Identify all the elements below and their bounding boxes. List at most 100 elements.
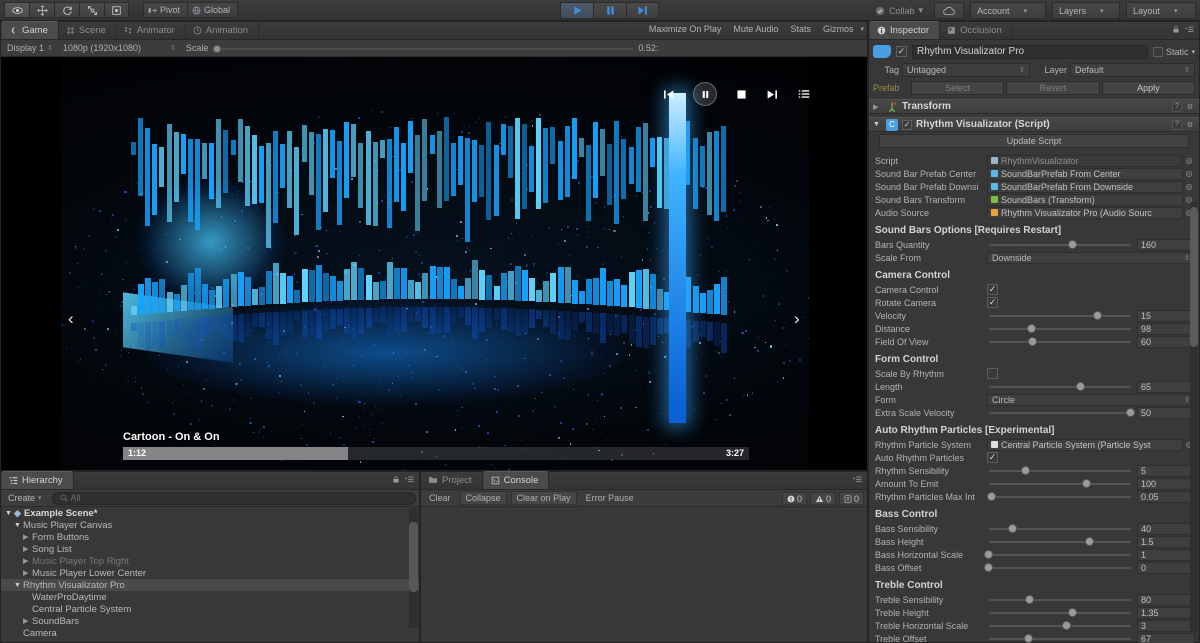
prefab-apply-button[interactable]: Apply: [1101, 81, 1195, 95]
layers-dropdown[interactable]: Layers ▾: [1052, 2, 1120, 19]
next-button[interactable]: [765, 88, 780, 101]
property-slider[interactable]: [987, 594, 1133, 606]
hierarchy-item[interactable]: ▶ Music Player Lower Center: [1, 567, 419, 579]
property-value-input[interactable]: 80: [1137, 593, 1195, 606]
hierarchy-item[interactable]: ▼ ◈ Example Scene*: [1, 507, 419, 519]
static-toggle[interactable]: Static ▾: [1152, 46, 1195, 57]
property-slider[interactable]: [987, 523, 1133, 535]
property-value-input[interactable]: 1.5: [1137, 535, 1195, 548]
clear-button[interactable]: Clear: [424, 492, 456, 504]
hierarchy-item[interactable]: ▶ SoundBars: [1, 615, 419, 627]
pause-media-button[interactable]: [693, 82, 718, 106]
property-value-input[interactable]: 98: [1137, 322, 1195, 335]
script-foldout-icon[interactable]: ▼: [873, 121, 882, 128]
prefab-revert-button[interactable]: Revert: [1006, 81, 1100, 95]
mute-audio-toggle[interactable]: Mute Audio: [728, 24, 783, 34]
scale-slider[interactable]: [213, 43, 634, 54]
slider-knob[interactable]: [987, 491, 997, 501]
error-pause-toggle[interactable]: Error Pause: [581, 492, 639, 504]
hierarchy-item[interactable]: Camera: [1, 627, 419, 639]
tab-game[interactable]: Game: [1, 21, 59, 39]
slider-knob[interactable]: [1085, 536, 1095, 546]
stop-button[interactable]: [735, 88, 748, 101]
slider-knob[interactable]: [1126, 407, 1136, 417]
property-value-input[interactable]: 0.05: [1137, 490, 1195, 503]
object-picker-icon[interactable]: ◎: [1183, 182, 1195, 191]
cloud-button[interactable]: [934, 2, 964, 19]
property-value-input[interactable]: 1.35: [1137, 606, 1195, 619]
game-render-surface[interactable]: ‹ › Cartoon - On & On 1:12 3:27: [1, 57, 867, 470]
property-slider[interactable]: [984, 562, 1133, 574]
property-dropdown[interactable]: Circle ⇳: [987, 393, 1195, 406]
prev-form-arrow[interactable]: ‹: [68, 309, 74, 329]
move-tool-button[interactable]: [29, 2, 54, 18]
transform-settings-icon[interactable]: ⚙: [1185, 102, 1195, 112]
slider-knob[interactable]: [1061, 620, 1071, 630]
foldout-icon[interactable]: ▼: [14, 522, 23, 529]
stats-toggle[interactable]: Stats: [785, 24, 816, 34]
playlist-button[interactable]: [797, 88, 811, 100]
slider-knob[interactable]: [1007, 523, 1017, 533]
property-slider[interactable]: [987, 465, 1133, 477]
slider-knob[interactable]: [1025, 594, 1035, 604]
info-count[interactable]: 0: [838, 492, 864, 505]
lock-icon[interactable]: [392, 475, 400, 484]
tag-dropdown[interactable]: Untagged ⇳: [902, 63, 1030, 77]
slider-knob[interactable]: [1023, 633, 1033, 643]
component-header-transform[interactable]: ▶ Transform ? ⚙: [869, 99, 1199, 114]
property-slider[interactable]: [987, 607, 1133, 619]
object-reference-field[interactable]: SoundBars (Transform): [987, 193, 1183, 206]
property-value-input[interactable]: 3: [1137, 619, 1195, 632]
property-checkbox[interactable]: ✓: [987, 284, 998, 295]
account-dropdown[interactable]: Account ▾: [970, 2, 1046, 19]
gizmos-dropdown[interactable]: Gizmos: [818, 24, 859, 34]
tab-animation[interactable]: Animation: [186, 21, 260, 39]
hierarchy-item[interactable]: ▶ Music Player Top Right: [1, 555, 419, 567]
console-log-area[interactable]: [421, 507, 867, 642]
scale-slider-group[interactable]: Scale 0.52:: [183, 43, 864, 54]
slider-knob[interactable]: [1026, 323, 1036, 333]
property-value-input[interactable]: 67: [1137, 632, 1195, 643]
create-dropdown[interactable]: Create ▾: [4, 492, 48, 504]
previous-button[interactable]: [661, 88, 676, 101]
foldout-icon[interactable]: ▼: [14, 582, 23, 589]
property-value-input[interactable]: 100: [1137, 477, 1195, 490]
pause-button[interactable]: [593, 2, 626, 19]
property-checkbox[interactable]: ✓: [987, 297, 998, 308]
tab-console[interactable]: Console: [482, 471, 550, 489]
hierarchy-scrollbar-thumb[interactable]: [409, 522, 418, 592]
slider-knob[interactable]: [1067, 239, 1077, 249]
slider-knob[interactable]: [1092, 310, 1102, 320]
property-slider[interactable]: [987, 239, 1133, 251]
warning-count[interactable]: 0: [809, 492, 836, 505]
property-slider[interactable]: [987, 310, 1133, 322]
hierarchy-item[interactable]: ▼ Music Player Canvas: [1, 519, 419, 531]
pivot-toggle[interactable]: Pivot: [143, 2, 189, 18]
property-checkbox[interactable]: [987, 368, 998, 379]
object-reference-field[interactable]: SoundBarPrefab From Center: [987, 167, 1183, 180]
script-settings-icon[interactable]: ⚙: [1185, 120, 1195, 130]
foldout-icon[interactable]: ▶: [23, 557, 32, 565]
hierarchy-item[interactable]: Central Particle System: [1, 603, 419, 615]
object-reference-field[interactable]: SoundBarPrefab From Downside: [987, 180, 1183, 193]
slider-knob[interactable]: [1028, 336, 1038, 346]
property-value-input[interactable]: 15: [1137, 309, 1195, 322]
script-help-icon[interactable]: ?: [1172, 119, 1182, 130]
prefab-select-button[interactable]: Select: [911, 81, 1005, 95]
panel-menu-icon[interactable]: [852, 475, 863, 484]
foldout-icon[interactable]: ▶: [23, 545, 32, 553]
slider-knob[interactable]: [1067, 607, 1077, 617]
gameobject-enabled-checkbox[interactable]: ✓: [896, 46, 907, 57]
object-reference-field[interactable]: RhythmVisualizator: [987, 154, 1183, 167]
display-dropdown[interactable]: Display 1 ⇳: [4, 43, 56, 53]
tab-scene[interactable]: Scene: [59, 21, 117, 39]
layer-dropdown[interactable]: Default ⇳: [1070, 63, 1195, 77]
panel-menu-icon[interactable]: [404, 475, 415, 484]
tab-inspector[interactable]: Inspector: [869, 21, 941, 39]
property-checkbox[interactable]: ✓: [987, 452, 998, 463]
inspector-scrollbar-thumb[interactable]: [1190, 207, 1198, 347]
property-value-input[interactable]: 0: [1137, 561, 1195, 574]
property-dropdown[interactable]: Downside ⇳: [987, 251, 1195, 264]
property-slider[interactable]: [987, 620, 1133, 632]
foldout-icon[interactable]: ▶: [23, 569, 32, 577]
